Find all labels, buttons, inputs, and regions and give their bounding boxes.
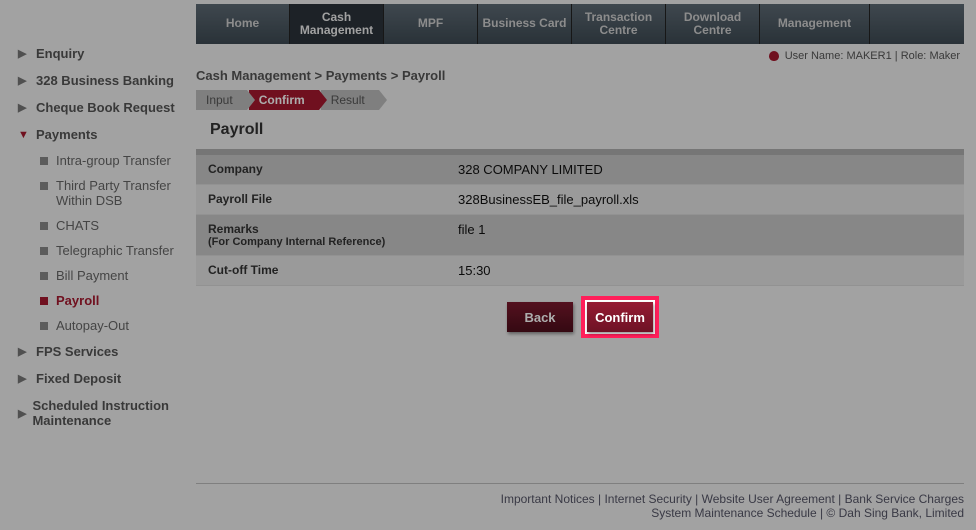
breadcrumb-b[interactable]: Payments <box>326 68 387 83</box>
sidebar-sub-label: Bill Payment <box>56 268 128 283</box>
sidebar-sub-autopay[interactable]: Autopay-Out <box>40 313 186 338</box>
confirm-highlight: Confirm <box>587 302 653 332</box>
chevron-right-icon: ▶ <box>18 101 30 114</box>
value-cutoff: 15:30 <box>446 256 964 285</box>
value-remarks: file 1 <box>446 215 964 255</box>
user-bar: User Name: MAKER1 | Role: Maker <box>196 44 964 62</box>
chevron-right-icon: ▶ <box>18 74 30 87</box>
sidebar-item-payments[interactable]: ▼ Payments <box>18 121 186 148</box>
sidebar-item-label: Cheque Book Request <box>36 100 175 115</box>
bullet-icon <box>40 222 48 230</box>
sidebar-item-enquiry[interactable]: ▶ Enquiry <box>18 40 186 67</box>
sidebar-item-fps[interactable]: ▶ FPS Services <box>18 338 186 365</box>
sidebar-sub-thirdparty[interactable]: Third Party Transfer Within DSB <box>40 173 186 213</box>
tab-transaction-centre[interactable]: Transaction Centre <box>572 4 666 44</box>
role-value: Maker <box>929 50 960 62</box>
label-company: Company <box>196 155 446 184</box>
top-nav: Home Cash Management MPF Business Card T… <box>196 4 964 44</box>
chevron-down-icon: ▼ <box>18 129 30 141</box>
row-file: Payroll File 328BusinessEB_file_payroll.… <box>196 185 964 215</box>
footer-maintenance[interactable]: System Maintenance Schedule <box>651 506 816 520</box>
sidebar-sublist-payments: Intra-group Transfer Third Party Transfe… <box>40 148 186 338</box>
sidebar-item-label: Enquiry <box>36 46 84 61</box>
sidebar-sub-label: Autopay-Out <box>56 318 129 333</box>
sidebar: ▶ Enquiry ▶ 328 Business Banking ▶ Cheque B… <box>0 0 196 530</box>
bullet-icon <box>40 297 48 305</box>
bullet-icon <box>40 157 48 165</box>
sidebar-sub-tt[interactable]: Telegraphic Transfer <box>40 238 186 263</box>
chevron-right-icon: ▶ <box>18 407 26 420</box>
row-cutoff: Cut-off Time 15:30 <box>196 256 964 286</box>
bullet-icon <box>40 247 48 255</box>
tab-cash-management[interactable]: Cash Management <box>290 4 384 44</box>
breadcrumb: Cash Management > Payments > Payroll <box>196 62 964 89</box>
step-indicator: Input Confirm Result <box>196 89 964 111</box>
footer-agreement[interactable]: Website User Agreement <box>702 492 835 506</box>
row-company: Company 328 COMPANY LIMITED <box>196 155 964 185</box>
sidebar-item-328[interactable]: ▶ 328 Business Banking <box>18 67 186 94</box>
sidebar-item-label: 328 Business Banking <box>36 73 174 88</box>
chevron-right-icon: ▶ <box>18 47 30 60</box>
chevron-right-icon: ▶ <box>18 372 30 385</box>
sidebar-item-label: FPS Services <box>36 344 118 359</box>
sidebar-item-label: Fixed Deposit <box>36 371 121 386</box>
label-remarks-main: Remarks <box>208 222 259 236</box>
label-remarks-sub: (For Company Internal Reference) <box>208 236 434 248</box>
footer-important[interactable]: Important Notices <box>501 492 595 506</box>
tab-business-card[interactable]: Business Card <box>478 4 572 44</box>
sidebar-sub-chats[interactable]: CHATS <box>40 213 186 238</box>
tab-management[interactable]: Management <box>760 4 870 44</box>
sidebar-sub-bill[interactable]: Bill Payment <box>40 263 186 288</box>
breadcrumb-a[interactable]: Cash Management <box>196 68 311 83</box>
form-summary: Company 328 COMPANY LIMITED Payroll File… <box>196 155 964 286</box>
tab-download-centre[interactable]: Download Centre <box>666 4 760 44</box>
bullet-icon <box>40 272 48 280</box>
sidebar-item-label: Scheduled Instruction Maintenance <box>32 398 186 428</box>
button-row: Back Confirm <box>196 286 964 348</box>
back-button[interactable]: Back <box>507 302 573 332</box>
footer-security[interactable]: Internet Security <box>604 492 691 506</box>
sidebar-sub-label: Third Party Transfer Within DSB <box>56 178 186 208</box>
tab-mpf[interactable]: MPF <box>384 4 478 44</box>
label-cutoff: Cut-off Time <box>196 256 446 285</box>
sidebar-sub-label: Payroll <box>56 293 99 308</box>
step-result: Result <box>321 90 379 110</box>
label-file: Payroll File <box>196 185 446 214</box>
sidebar-item-fixed[interactable]: ▶ Fixed Deposit <box>18 365 186 392</box>
sidebar-sub-label: CHATS <box>56 218 99 233</box>
footer: Important Notices | Internet Security | … <box>196 483 964 520</box>
row-remarks: Remarks (For Company Internal Reference)… <box>196 215 964 256</box>
step-input: Input <box>196 90 247 110</box>
main-content: Home Cash Management MPF Business Card T… <box>196 0 976 530</box>
role-label: Role: <box>901 50 927 62</box>
page-title: Payroll <box>196 115 964 149</box>
footer-charges[interactable]: Bank Service Charges <box>845 492 964 506</box>
username-label: User Name: <box>785 50 844 62</box>
sidebar-sub-payroll[interactable]: Payroll <box>40 288 186 313</box>
sidebar-sub-label: Telegraphic Transfer <box>56 243 174 258</box>
bullet-icon <box>40 322 48 330</box>
label-remarks: Remarks (For Company Internal Reference) <box>196 215 446 255</box>
value-company: 328 COMPANY LIMITED <box>446 155 964 184</box>
sidebar-sub-intra[interactable]: Intra-group Transfer <box>40 148 186 173</box>
step-confirm: Confirm <box>249 90 319 110</box>
sidebar-sub-label: Intra-group Transfer <box>56 153 171 168</box>
username-value: MAKER1 <box>846 50 891 62</box>
tab-home[interactable]: Home <box>196 4 290 44</box>
confirm-button[interactable]: Confirm <box>587 302 653 332</box>
sidebar-item-cheque[interactable]: ▶ Cheque Book Request <box>18 94 186 121</box>
bullet-icon <box>40 182 48 190</box>
sidebar-item-scheduled[interactable]: ▶ Scheduled Instruction Maintenance <box>18 392 186 434</box>
nav-filler <box>870 4 964 44</box>
sidebar-item-label: Payments <box>36 127 97 142</box>
user-icon <box>769 51 779 61</box>
breadcrumb-c: Payroll <box>402 68 445 83</box>
footer-copyright: © Dah Sing Bank, Limited <box>826 506 964 520</box>
value-file: 328BusinessEB_file_payroll.xls <box>446 185 964 214</box>
chevron-right-icon: ▶ <box>18 345 30 358</box>
